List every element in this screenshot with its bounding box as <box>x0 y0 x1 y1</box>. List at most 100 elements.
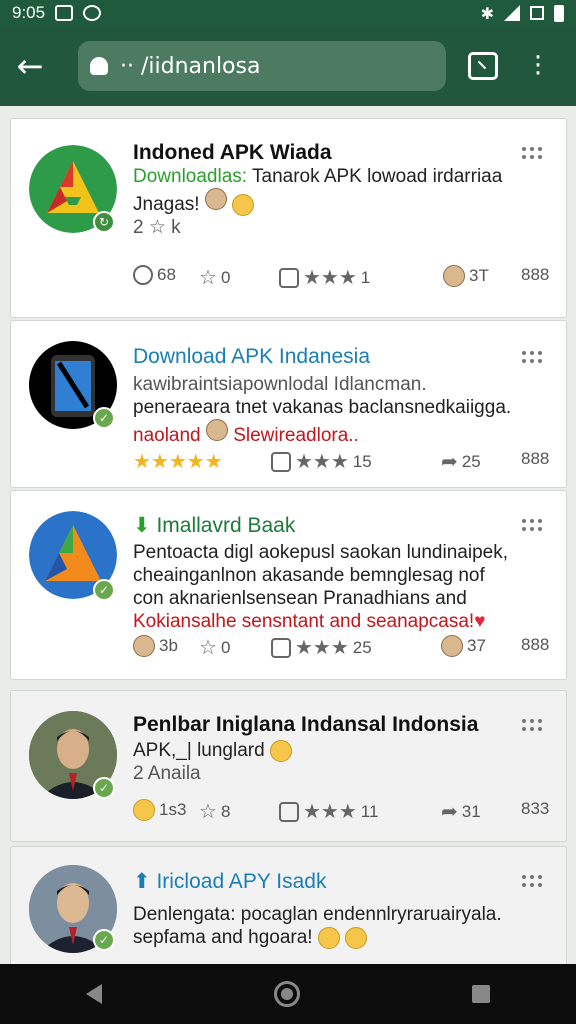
viewer-count: 3T <box>469 266 489 285</box>
star-icon: ★★★ <box>295 451 349 473</box>
verified-badge-icon: ✓ <box>93 579 115 601</box>
post-card[interactable]: ✓ Download APK Indanesia kawibraintsiapo… <box>10 320 567 488</box>
comment-icon <box>279 801 299 822</box>
post-body: Denlengata: pocaglan endennlryraruairyal… <box>133 903 553 949</box>
nav-home-icon[interactable] <box>274 981 300 1007</box>
body-line: sepfama and hgoara! <box>133 927 313 948</box>
tab-switcher-button[interactable] <box>468 52 498 80</box>
share-count: 31 <box>461 801 481 821</box>
body-line: Pentoacta digl aokepusl saokan lundinaip… <box>133 542 508 563</box>
body-meta: 2 Anaila <box>133 763 201 784</box>
rating-stat[interactable]: ★★★ 25 <box>271 635 372 660</box>
sync-notification-icon <box>83 5 102 21</box>
status-icons: ✱ <box>481 4 564 23</box>
share-arrow-icon: ➦ <box>441 451 458 473</box>
post-body: Pentoacta digl aokepusl saokan lundinaip… <box>133 541 553 633</box>
rating-stat[interactable]: ★★★ 1 <box>279 265 370 290</box>
post-title-text[interactable]: Iricload APY Isadk <box>156 870 326 893</box>
like-stat[interactable]: ☆ 0 <box>199 635 230 660</box>
emoji-face-icon <box>232 193 255 216</box>
share-arrow-icon: ➦ <box>441 801 458 823</box>
post-title-text[interactable]: Imallavrd Baak <box>156 514 295 537</box>
link-icon <box>133 265 153 285</box>
battery-icon <box>554 4 564 22</box>
rating-stat[interactable]: ★★★ 11 <box>279 799 378 824</box>
sync-badge-icon: ↻ <box>93 211 115 233</box>
back-arrow-icon[interactable]: ← <box>0 26 60 106</box>
total-stat: 888 <box>521 449 549 469</box>
viewer-stat[interactable]: 37 <box>441 635 486 657</box>
comment-stat[interactable]: 3b <box>133 635 178 657</box>
post-title[interactable]: Download APK Indanesia <box>133 345 370 369</box>
body-line: cheainganlnon akasande bemnglesag nof <box>133 565 485 586</box>
post-title[interactable]: Indoned APK Wiada <box>133 141 332 165</box>
share-stat[interactable]: ➦ 25 <box>441 449 481 474</box>
star-icon: ★★★ <box>295 637 349 659</box>
body-line: Tanarok APK lowoad irdarriaa <box>247 166 503 187</box>
rating-count: 1 <box>360 267 371 287</box>
more-options-icon[interactable] <box>522 351 548 365</box>
comment-count: 3b <box>159 636 178 655</box>
post-title[interactable]: ⬆ Iricload APY Isadk <box>133 869 326 894</box>
site-info-icon[interactable] <box>90 57 108 75</box>
body-line: kawibraintsiapownlodal Idlancman. <box>133 374 427 395</box>
share-count: 25 <box>461 451 481 471</box>
post-stats: 3b ☆ 0 ★★★ 25 37 888 <box>133 635 553 659</box>
more-options-icon[interactable] <box>522 147 548 161</box>
star-icon: ☆ <box>199 267 217 289</box>
more-options-icon[interactable] <box>522 719 548 733</box>
post-stats: ★★★★★ ★★★ 15 ➦ 25 888 <box>133 449 553 473</box>
post-stats: 68 ☆ 0 ★★★ 1 3T 888 <box>133 265 553 289</box>
url-text[interactable]: ·· /iidnanlosa <box>120 54 260 79</box>
body-highlight: Slewireadlora.. <box>233 425 359 446</box>
star-icon: ☆ <box>199 801 217 823</box>
post-body: APK,_| lunglard 2 Anaila <box>133 739 553 785</box>
nav-recents-icon[interactable] <box>472 985 490 1003</box>
viewer-stat[interactable]: 3T <box>443 265 489 287</box>
like-count: 0 <box>220 267 231 287</box>
rating-count: 25 <box>352 637 372 657</box>
commenter-avatar <box>133 635 155 657</box>
comment-count: 1s3 <box>159 800 187 819</box>
status-bar: 9:05 ✱ <box>0 0 576 26</box>
like-stat[interactable]: ☆ 8 <box>199 799 230 824</box>
share-stat[interactable]: ➦ 31 <box>441 799 481 824</box>
total-stat: 888 <box>521 265 549 285</box>
verified-badge-icon: ✓ <box>93 777 115 799</box>
like-count: 0 <box>220 637 231 657</box>
rating-stars[interactable]: ★★★★★ <box>133 449 223 474</box>
verified-badge-icon: ✓ <box>93 929 115 951</box>
body-line: con aknarienlsensean Pranadhians and <box>133 588 467 609</box>
viewer-count: 37 <box>467 636 486 655</box>
emoji-kiss-icon <box>133 799 155 821</box>
star-icon: ☆ <box>199 637 217 659</box>
total-stat: 888 <box>521 635 549 655</box>
bluetooth-icon: ✱ <box>480 3 494 23</box>
like-stat[interactable]: ☆ 0 <box>199 265 230 290</box>
star-icon: ★★★ <box>303 801 357 823</box>
comment-icon <box>279 267 299 288</box>
body-line: APK,_| lunglard <box>133 740 265 761</box>
post-card[interactable]: ✓ ⬇ Imallavrd Baak Pentoacta digl aokepu… <box>10 490 567 680</box>
body-highlight: Kokiansalhe sensntant and seanapcasa! <box>133 611 475 632</box>
comment-stat[interactable]: 1s3 <box>133 799 186 821</box>
post-body: Downloadlas: Tanarok APK lowoad irdarria… <box>133 165 553 239</box>
app-store-icon: ⬆ <box>133 870 157 893</box>
status-time: 9:05 <box>12 3 46 22</box>
post-card[interactable]: ✓ Penlbar Iniglana Indansal Indonsia APK… <box>10 690 567 842</box>
like-count: 8 <box>220 801 231 821</box>
total-count: 833 <box>521 799 550 818</box>
post-card[interactable]: ↻ Indoned APK Wiada Downloadlas: Tanarok… <box>10 118 567 318</box>
nav-back-icon[interactable] <box>86 984 102 1004</box>
overflow-menu-icon[interactable]: · · · <box>528 45 548 87</box>
more-options-icon[interactable] <box>522 875 548 889</box>
post-title[interactable]: ⬇ Imallavrd Baak <box>133 513 295 538</box>
post-title[interactable]: Penlbar Iniglana Indansal Indonsia <box>133 713 478 737</box>
rating-stat[interactable]: ★★★ 15 <box>271 449 372 474</box>
share-stat[interactable]: 68 <box>133 265 176 285</box>
share-count: 68 <box>157 265 176 284</box>
post-card[interactable]: ✓ ⬆ Iricload APY Isadk Denlengata: pocag… <box>10 846 567 976</box>
address-bar[interactable]: ·· /iidnanlosa <box>78 41 446 91</box>
verified-badge-icon: ✓ <box>93 407 115 429</box>
more-options-icon[interactable] <box>522 519 548 533</box>
